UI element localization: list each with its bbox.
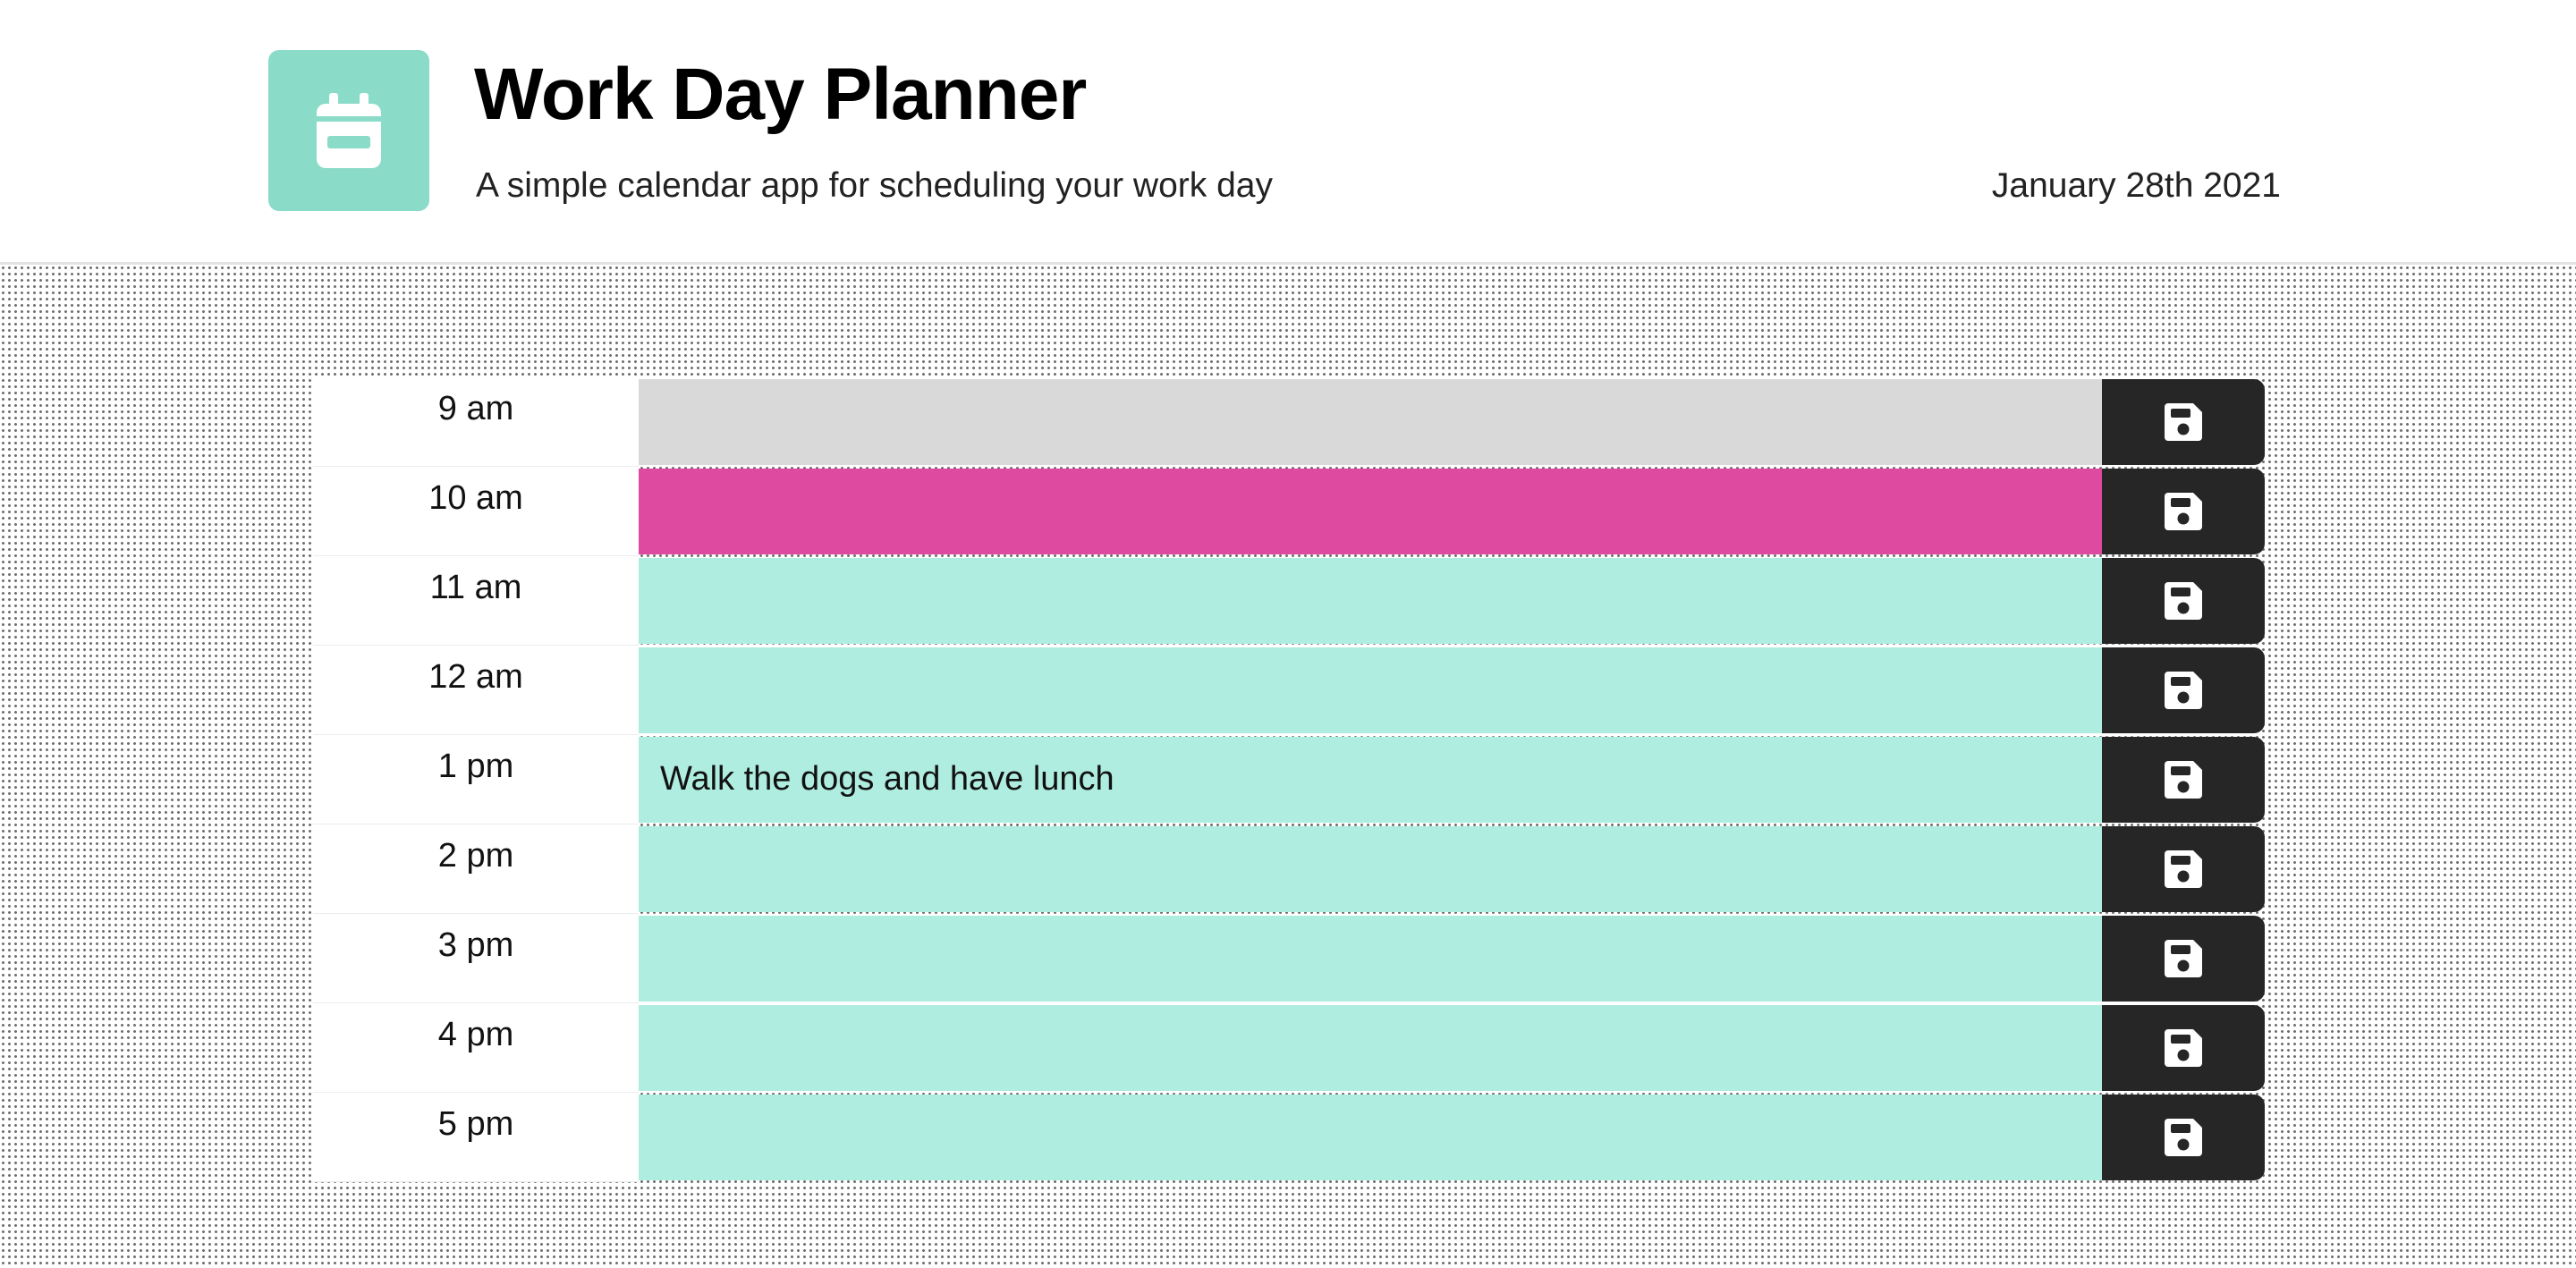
hour-label: 9 am <box>313 377 639 467</box>
task-textarea[interactable] <box>639 647 2102 733</box>
time-block-row: 4 pm <box>313 1003 2265 1093</box>
floppy-disk-icon <box>2163 1117 2204 1158</box>
hour-label: 12 am <box>313 646 639 735</box>
floppy-disk-icon <box>2163 1027 2204 1069</box>
time-block-row: 9 am <box>313 377 2265 467</box>
hour-label: 10 am <box>313 467 639 556</box>
floppy-disk-icon <box>2163 402 2204 443</box>
save-button[interactable] <box>2102 1005 2265 1091</box>
hour-label: 2 pm <box>313 824 639 914</box>
time-block-row: 1 pm Walk the dogs and have lunch <box>313 735 2265 824</box>
hour-label: 5 pm <box>313 1093 639 1182</box>
calendar-icon <box>317 93 381 168</box>
floppy-disk-icon <box>2163 670 2204 711</box>
time-block-row: 11 am <box>313 556 2265 646</box>
time-block-row: 10 am <box>313 467 2265 556</box>
time-block-row: 3 pm <box>313 914 2265 1003</box>
save-button[interactable] <box>2102 647 2265 733</box>
save-button[interactable] <box>2102 558 2265 644</box>
save-button[interactable] <box>2102 737 2265 823</box>
task-textarea[interactable] <box>639 826 2102 912</box>
task-textarea[interactable] <box>639 558 2102 644</box>
app-logo <box>268 50 429 211</box>
task-textarea[interactable] <box>639 916 2102 1002</box>
planner-section: 9 am 10 am 11 am 12 am 1 pm Walk the dogs and… <box>0 262 2576 1268</box>
hour-label: 1 pm <box>313 735 639 824</box>
save-button[interactable] <box>2102 1095 2265 1180</box>
time-block-row: 2 pm <box>313 824 2265 914</box>
page-subtitle: A simple calendar app for scheduling you… <box>476 166 1273 205</box>
task-textarea[interactable] <box>639 1005 2102 1091</box>
hour-label: 3 pm <box>313 914 639 1003</box>
page-title: Work Day Planner <box>474 54 1087 135</box>
task-textarea[interactable]: Walk the dogs and have lunch <box>639 737 2102 823</box>
floppy-disk-icon <box>2163 938 2204 979</box>
task-textarea[interactable] <box>639 469 2102 554</box>
save-button[interactable] <box>2102 826 2265 912</box>
floppy-disk-icon <box>2163 759 2204 800</box>
hour-label: 4 pm <box>313 1003 639 1093</box>
hour-label: 11 am <box>313 556 639 646</box>
time-block-row: 5 pm <box>313 1093 2265 1182</box>
task-textarea[interactable] <box>639 1095 2102 1180</box>
time-block-row: 12 am <box>313 646 2265 735</box>
save-button[interactable] <box>2102 379 2265 465</box>
save-button[interactable] <box>2102 469 2265 554</box>
save-button[interactable] <box>2102 916 2265 1002</box>
floppy-disk-icon <box>2163 580 2204 621</box>
task-textarea[interactable] <box>639 379 2102 465</box>
page-header: Work Day Planner A simple calendar app f… <box>0 0 2576 262</box>
floppy-disk-icon <box>2163 849 2204 890</box>
current-date: January 28th 2021 <box>1991 166 2281 205</box>
time-block-list: 9 am 10 am 11 am 12 am 1 pm Walk the dogs and… <box>313 377 2265 1182</box>
floppy-disk-icon <box>2163 491 2204 532</box>
